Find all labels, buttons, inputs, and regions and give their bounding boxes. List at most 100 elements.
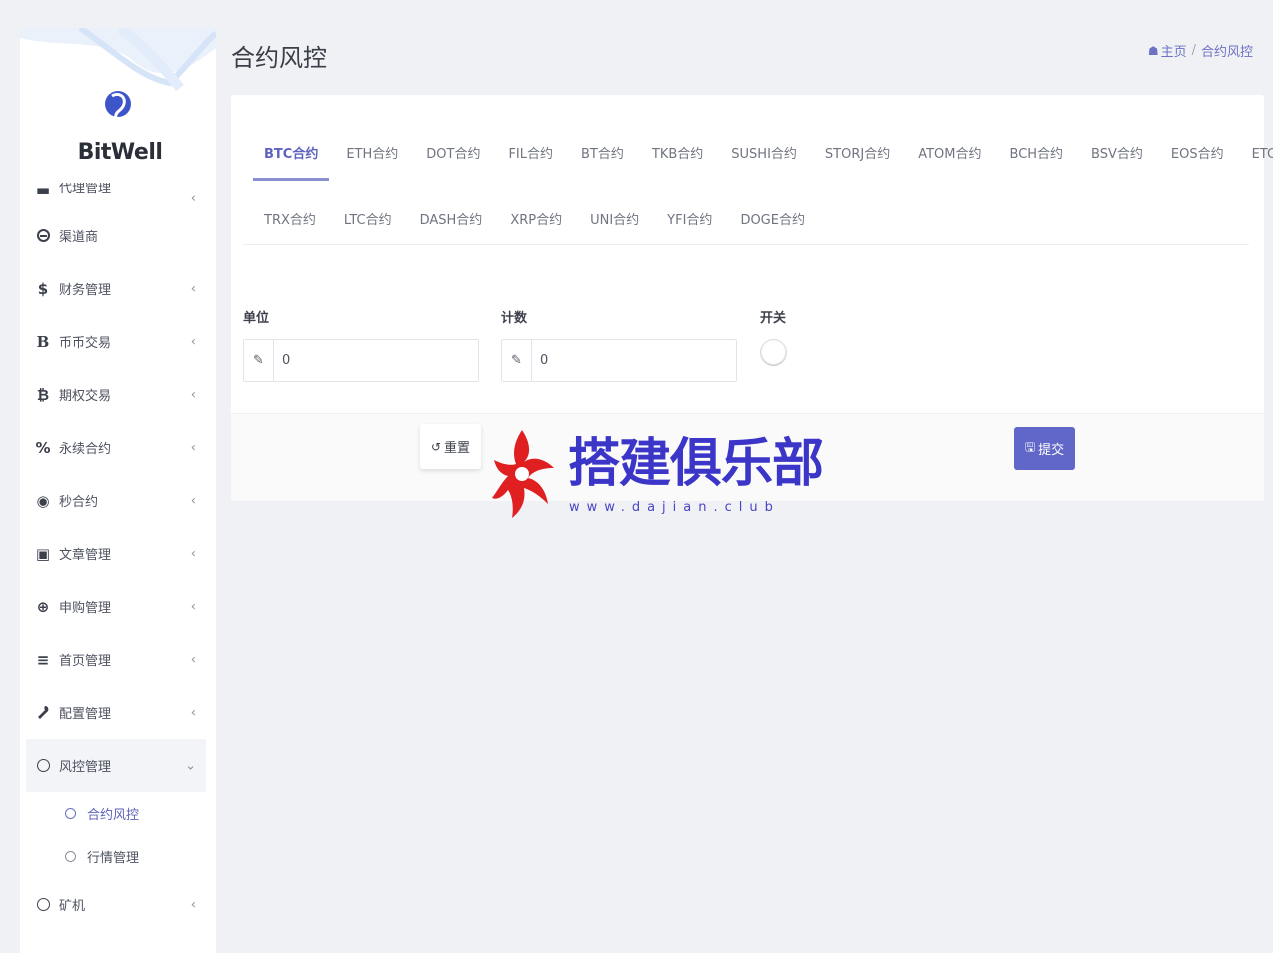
count-input-group: ✎ [501, 339, 737, 382]
newspaper-icon: ▣ [35, 544, 51, 563]
tab-contract[interactable]: DOGE合约 [729, 189, 816, 247]
tab-contract[interactable]: BCH合约 [999, 123, 1075, 181]
sidebar-item-label: 秒合约 [59, 495, 99, 510]
submit-button[interactable]: 🖫 提交 [1014, 427, 1075, 470]
sidebar-menu: ▬ 代理管理 ‹ 渠道商 $ 财务管理 ‹ B 币币交易 ‹ ₿ 期权交易 ‹ … [20, 183, 216, 931]
home-icon: ☗ [1147, 43, 1159, 58]
toggle-knob [762, 341, 785, 364]
tab-contract[interactable]: DOT合约 [415, 123, 491, 181]
pencil-icon: ✎ [502, 340, 532, 381]
sidebar-subitem-market[interactable]: 行情管理 [20, 835, 216, 878]
pencil-icon: ✎ [244, 340, 274, 381]
submit-button-label: 提交 [1038, 443, 1065, 458]
reset-button[interactable]: ↺ 重置 [420, 424, 481, 469]
sidebar-item-spot-trading[interactable]: B 币币交易 ‹ [20, 315, 216, 368]
sidebar-item-homepage[interactable]: ≡ 首页管理 ‹ [20, 633, 216, 686]
breadcrumb-separator: / [1191, 43, 1196, 58]
sidebar-item-label: 期权交易 [59, 389, 112, 404]
sidebar-item-second-contract[interactable]: ◉ 秒合约 ‹ [20, 474, 216, 527]
page-title: 合约风控 [231, 44, 327, 72]
breadcrumb: ☗ 主页 / 合约风控 [1148, 41, 1253, 60]
dollar-icon: $ [37, 279, 49, 298]
tab-contract[interactable]: BTC合约 [253, 123, 330, 181]
switch-field: 开关 [760, 307, 787, 366]
sidebar-item-label: 永续合约 [59, 442, 112, 457]
tab-contract[interactable]: ATOM合约 [907, 123, 992, 181]
count-field: 计数 ✎ [501, 307, 737, 382]
chevron-left-icon: ‹ [190, 387, 196, 402]
sidebar-item-channel[interactable]: 渠道商 [20, 209, 216, 262]
breadcrumb-home-link[interactable]: 主页 [1161, 41, 1187, 60]
watermark: 搭建俱乐部 www.dajian.club [492, 428, 824, 523]
sidebar-item-options-trading[interactable]: ₿ 期权交易 ‹ [20, 368, 216, 421]
unit-input-group: ✎ [243, 339, 479, 382]
tab-contract[interactable]: SUSHI合约 [720, 123, 808, 181]
chevron-left-icon: ‹ [190, 652, 196, 667]
sidebar-subitem-label: 合约风控 [87, 808, 140, 823]
tab-contract[interactable]: BSV合约 [1080, 123, 1154, 181]
sidebar-item-label: 风控管理 [59, 760, 112, 775]
chevron-down-icon: ⌄ [185, 758, 196, 773]
tab-contract[interactable]: TRX合约 [253, 189, 327, 247]
chevron-left-icon: ‹ [190, 334, 196, 349]
tab-contract[interactable]: DASH合约 [409, 189, 494, 247]
tab-contract[interactable]: EOS合约 [1160, 123, 1235, 181]
watermark-url: www.dajian.club [569, 500, 780, 515]
chevron-left-icon: ‹ [190, 281, 196, 296]
breadcrumb-current: 合约风控 [1200, 45, 1253, 60]
chevron-left-icon: ‹ [190, 440, 196, 455]
count-input[interactable] [532, 340, 732, 381]
sidebar-item-label: 财务管理 [59, 283, 112, 298]
contract-tabs: BTC合约 ETH合约 DOT合约 FIL合约 BT合约 TKB合约 SUSHI合约 STOR… [253, 123, 1273, 247]
list-icon: ≡ [36, 650, 50, 669]
tabs-divider [243, 244, 1249, 245]
reset-button-label: 重置 [444, 441, 471, 456]
b-letter-icon: B [36, 332, 50, 351]
sidebar-item-label: 代理管理 [59, 183, 112, 196]
bitwell-logo-icon [105, 91, 131, 121]
tab-contract[interactable]: FIL合约 [497, 123, 564, 181]
tab-contract[interactable]: LTC合约 [333, 189, 403, 247]
sidebar-item-subscription[interactable]: ⊕ 申购管理 ‹ [20, 580, 216, 633]
tab-contract[interactable]: STORJ合约 [814, 123, 901, 181]
tab-contract[interactable]: TKB合约 [641, 123, 714, 181]
person-icon [36, 229, 50, 243]
sidebar-item-label: 币币交易 [59, 336, 112, 351]
chevron-left-icon: ‹ [190, 493, 196, 508]
sidebar-item-label: 申购管理 [59, 601, 112, 616]
undo-icon: ↺ [430, 439, 442, 454]
circle-icon [65, 851, 76, 862]
sidebar-item-agent[interactable]: ▬ 代理管理 ‹ [20, 183, 216, 209]
brand-name: BitWell [77, 140, 163, 165]
bitcoin-icon: ₿ [36, 385, 50, 404]
save-icon: 🖫 [1024, 440, 1036, 454]
circle-icon [36, 759, 50, 773]
tab-contract[interactable]: UNI合约 [579, 189, 650, 247]
unit-field: 单位 ✎ [243, 307, 479, 382]
sidebar-item-config[interactable]: 配置管理 ‹ [20, 686, 216, 739]
sidebar-item-label: 渠道商 [59, 230, 99, 245]
sidebar-subitem-contract-risk[interactable]: 合约风控 [20, 792, 216, 835]
sidebar-item-label: 配置管理 [59, 707, 112, 722]
sidebar-item-label: 文章管理 [59, 548, 112, 563]
lifebuoy-icon: ⊕ [36, 597, 50, 616]
target-icon: ◉ [36, 491, 50, 510]
chevron-left-icon: ‹ [190, 599, 196, 614]
sidebar-item-finance[interactable]: $ 财务管理 ‹ [20, 262, 216, 315]
tab-contract[interactable]: ETH合约 [335, 123, 409, 181]
watermark-text: 搭建俱乐部 [568, 434, 824, 494]
tab-contract[interactable]: ETC合约 [1241, 123, 1273, 181]
tab-contract[interactable]: YFI合约 [656, 189, 723, 247]
switch-toggle[interactable] [760, 339, 787, 366]
tab-contract[interactable]: BT合约 [570, 123, 635, 181]
chevron-left-icon: ‹ [190, 897, 196, 912]
tab-contract[interactable]: XRP合约 [499, 189, 573, 247]
sidebar-item-articles[interactable]: ▣ 文章管理 ‹ [20, 527, 216, 580]
sidebar-item-miner[interactable]: 矿机 ‹ [20, 878, 216, 931]
unit-input[interactable] [274, 340, 474, 381]
sidebar-item-risk-control[interactable]: 风控管理 ⌄ [26, 739, 206, 792]
sidebar-item-perpetual-contract[interactable]: % 永续合约 ‹ [20, 421, 216, 474]
wrench-icon [36, 706, 50, 720]
sidebar-item-label: 矿机 [59, 899, 86, 914]
chevron-left-icon: ‹ [190, 191, 196, 206]
